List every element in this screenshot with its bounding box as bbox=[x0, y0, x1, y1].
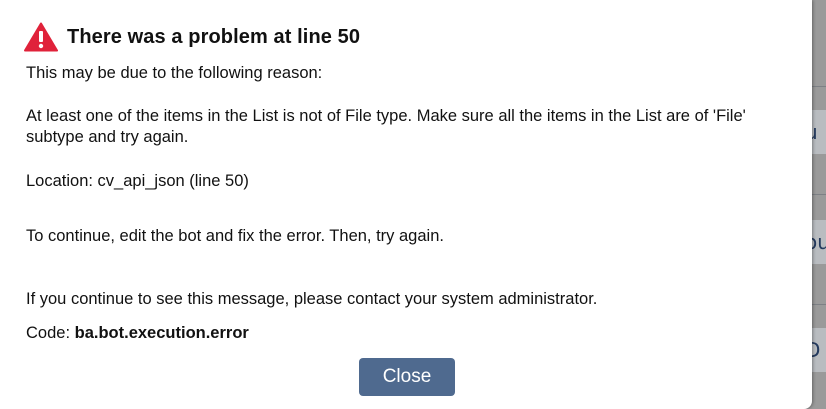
close-button[interactable]: Close bbox=[359, 358, 455, 396]
contact-hint: If you continue to see this message, ple… bbox=[26, 290, 598, 308]
error-dialog: There was a problem at line 50 This may … bbox=[0, 0, 812, 409]
error-code-value: ba.bot.execution.error bbox=[74, 324, 249, 342]
error-location: Location: cv_api_json (line 50) bbox=[26, 172, 249, 190]
warning-triangle-icon bbox=[24, 22, 58, 52]
error-code: Code: ba.bot.execution.error bbox=[26, 323, 796, 344]
background-divider bbox=[812, 86, 826, 87]
dialog-title: There was a problem at line 50 bbox=[67, 25, 361, 48]
background-divider bbox=[812, 304, 826, 305]
reason-intro: This may be due to the following reason: bbox=[26, 64, 323, 82]
error-code-label: Code: bbox=[26, 324, 75, 342]
background-divider bbox=[812, 194, 826, 195]
continue-hint: To continue, edit the bot and fix the er… bbox=[26, 227, 444, 245]
dialog-header: There was a problem at line 50 bbox=[24, 22, 360, 52]
reason-detail: At least one of the items in the List is… bbox=[26, 107, 746, 146]
